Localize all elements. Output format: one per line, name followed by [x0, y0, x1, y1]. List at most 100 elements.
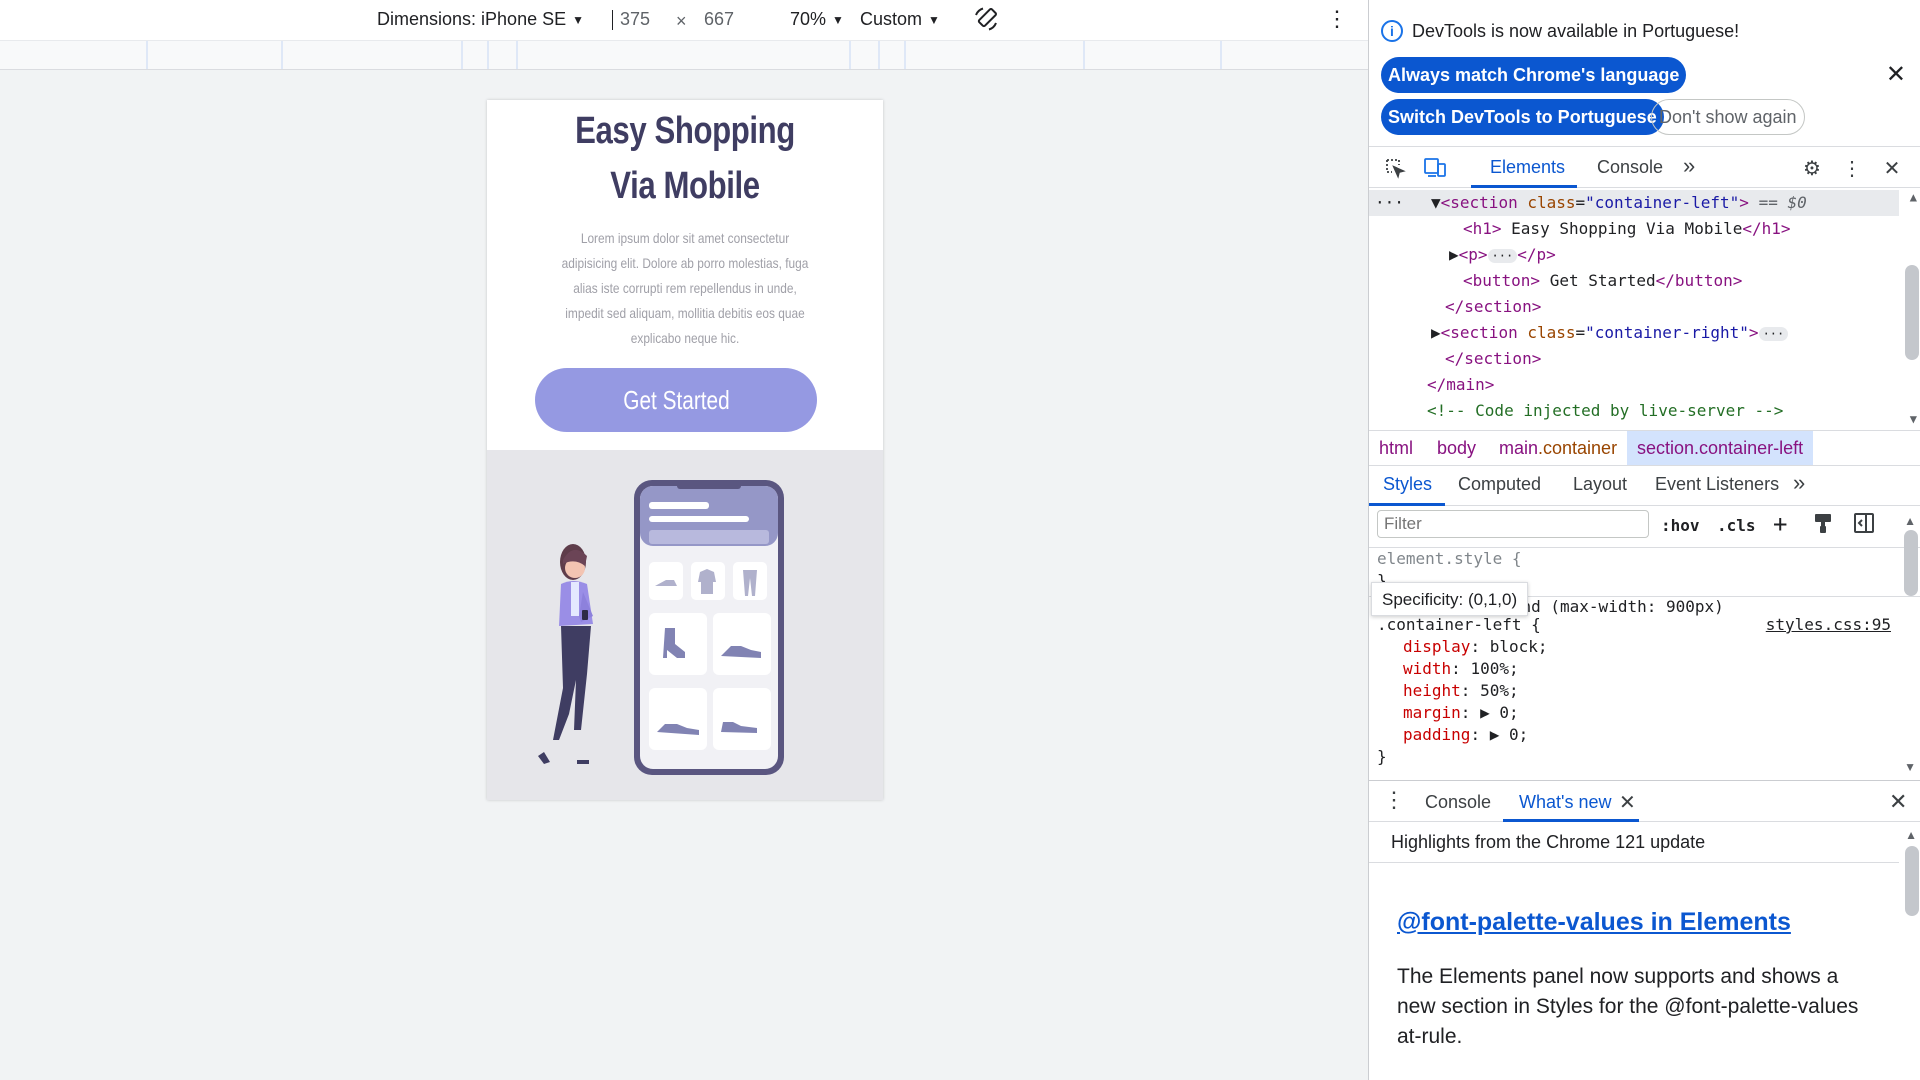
declaration-width[interactable]: width: 100%; — [1403, 658, 1519, 680]
breadcrumb-selected[interactable]: section.container-left — [1627, 431, 1814, 465]
tab-layout[interactable]: Layout — [1573, 474, 1627, 495]
breadcrumb: html body main.container section.contain… — [1369, 430, 1920, 466]
ruler-tick[interactable] — [487, 41, 489, 69]
rule-selector[interactable]: .container-left { — [1377, 614, 1541, 636]
breadcrumb-main-class: .container — [1538, 438, 1618, 458]
element-style-selector[interactable]: element.style { — [1377, 548, 1522, 570]
more-options-icon[interactable]: ⋮ — [1326, 6, 1348, 32]
styles-filter-input[interactable] — [1377, 510, 1649, 538]
info-icon: i — [1381, 20, 1403, 42]
dom-node-button[interactable]: <button> Get Started</button> — [1463, 268, 1742, 294]
declaration-margin[interactable]: margin: ▶ 0; — [1403, 702, 1519, 724]
dom-tree: ··· ▼<section class="container-left"> ==… — [1369, 190, 1920, 430]
zoom-select[interactable]: 70% ▼ — [790, 9, 844, 30]
source-link[interactable]: styles.css:95 — [1766, 614, 1891, 636]
tab-computed[interactable]: Computed — [1458, 474, 1541, 495]
tab-console[interactable]: Console — [1597, 157, 1663, 178]
device-toolbar-icon[interactable] — [1422, 155, 1448, 181]
scroll-up-icon[interactable]: ▲ — [1910, 190, 1917, 204]
dom-node-comment[interactable]: <!-- Code injected by live-server --> — [1427, 398, 1783, 424]
dom-node-section-right[interactable]: ▶<section class="container-right"> ··· — [1431, 320, 1789, 346]
throttle-select[interactable]: Custom ▼ — [860, 9, 940, 30]
device-dimensions-select[interactable]: Dimensions: iPhone SE ▼ — [377, 9, 584, 30]
declaration-padding[interactable]: padding: ▶ 0; — [1403, 724, 1528, 746]
dom-text: Easy Shopping Via Mobile — [1501, 219, 1743, 238]
breadcrumb-main-tag: main — [1499, 438, 1539, 458]
ruler-tick[interactable] — [904, 41, 906, 69]
declaration-display[interactable]: display: block; — [1403, 636, 1548, 658]
tab-elements[interactable]: Elements — [1490, 157, 1565, 178]
ruler-tick[interactable] — [146, 41, 148, 69]
expand-arrow-icon[interactable]: ▼ — [1431, 193, 1441, 212]
ruler-tick[interactable] — [878, 41, 880, 69]
scroll-down-icon[interactable]: ▼ — [1910, 412, 1917, 426]
scroll-up-icon[interactable]: ▲ — [1905, 828, 1917, 842]
ruler-tick[interactable] — [1083, 41, 1085, 69]
feature-link[interactable]: @font-palette-values in Elements — [1397, 908, 1791, 937]
tab-event-listeners[interactable]: Event Listeners — [1655, 474, 1779, 495]
collapsed-content-icon[interactable]: ··· — [1758, 326, 1789, 341]
specificity-tooltip: Specificity: (0,1,0) — [1371, 582, 1529, 616]
switch-language-button[interactable]: Switch DevTools to Portuguese — [1381, 99, 1664, 135]
styles-scrollbar[interactable] — [1904, 530, 1918, 596]
ruler-tick[interactable] — [281, 41, 283, 69]
collapsed-content-icon[interactable]: ··· — [1487, 248, 1518, 263]
page-title: Easy Shopping Via Mobile — [575, 110, 795, 207]
dom-node-section-close[interactable]: </section> — [1445, 294, 1541, 320]
class-toggle[interactable]: .cls — [1717, 516, 1756, 535]
get-started-label: Get Started — [622, 384, 730, 415]
dom-node-h1[interactable]: <h1> Easy Shopping Via Mobile</h1> — [1463, 216, 1791, 242]
more-tabs-icon[interactable]: » — [1793, 470, 1805, 496]
tab-drawer-console[interactable]: Console — [1425, 792, 1491, 813]
close-devtools-icon[interactable]: ✕ — [1879, 155, 1905, 181]
dom-node-main-close[interactable]: </main> — [1427, 372, 1494, 398]
gear-icon[interactable]: ⚙ — [1799, 155, 1825, 181]
property-name: margin — [1403, 703, 1461, 722]
get-started-button[interactable]: Get Started — [535, 368, 817, 432]
tab-whats-new[interactable]: What's new — [1519, 792, 1611, 813]
ruler-tick[interactable] — [461, 41, 463, 69]
always-match-language-button[interactable]: Always match Chrome's language — [1381, 57, 1687, 93]
expand-arrow-icon[interactable]: ▶ — [1449, 245, 1459, 264]
dom-attr-value: "container-right" — [1585, 323, 1749, 342]
dom-node-section-left[interactable]: ▼<section class="container-left"> == $0 — [1431, 190, 1807, 216]
sidebar-toggle-icon[interactable] — [1853, 512, 1875, 538]
dom-scrollbar[interactable] — [1905, 265, 1919, 360]
dom-attr-value: "container-left" — [1585, 193, 1740, 212]
drawer-scrollbar[interactable] — [1905, 846, 1919, 916]
chevron-down-icon: ▼ — [832, 12, 844, 27]
expand-arrow-icon[interactable]: ▶ — [1431, 323, 1441, 342]
add-rule-icon[interactable]: + — [1773, 510, 1787, 538]
breadcrumb-html[interactable]: html — [1379, 438, 1413, 459]
dom-node-p[interactable]: ▶<p> ··· </p> — [1449, 242, 1556, 268]
breadcrumb-body[interactable]: body — [1437, 438, 1476, 459]
feature-description: The Elements panel now supports and show… — [1397, 965, 1859, 1048]
dom-tag: </p> — [1517, 245, 1556, 264]
inspect-element-icon[interactable] — [1382, 155, 1408, 181]
dom-ellipsis-icon[interactable]: ··· — [1375, 190, 1404, 216]
dom-tag: <h1> — [1463, 219, 1502, 238]
scroll-down-icon[interactable]: ▼ — [1904, 760, 1916, 774]
ruler-tick[interactable] — [1220, 41, 1222, 69]
more-options-icon[interactable]: ⋮ — [1839, 155, 1865, 181]
close-icon[interactable]: ✕ — [1886, 60, 1906, 89]
height-input[interactable]: 667 — [704, 9, 734, 30]
declaration-height[interactable]: height: 50%; — [1403, 680, 1519, 702]
close-drawer-icon[interactable]: ✕ — [1889, 789, 1907, 815]
breadcrumb-main[interactable]: main.container — [1499, 438, 1617, 459]
dont-show-again-button[interactable]: Don't show again — [1651, 99, 1805, 135]
drawer-menu-icon[interactable]: ⋮ — [1383, 787, 1405, 813]
ruler-tick[interactable] — [849, 41, 851, 69]
dom-tag: <p> — [1458, 245, 1488, 264]
hover-state-toggle[interactable]: :hov — [1661, 516, 1700, 535]
scroll-up-icon[interactable]: ▲ — [1904, 514, 1916, 528]
tab-styles[interactable]: Styles — [1383, 474, 1432, 495]
dom-node-section-end[interactable]: </section> — [1445, 346, 1541, 372]
rule-close: } — [1377, 747, 1387, 766]
ruler-tick[interactable] — [516, 41, 518, 69]
paint-icon[interactable] — [1813, 512, 1833, 538]
width-input[interactable]: 375 — [612, 9, 650, 30]
close-tab-icon[interactable]: ✕ — [1619, 790, 1636, 815]
more-tabs-icon[interactable]: » — [1683, 153, 1695, 179]
rotate-icon[interactable] — [972, 5, 1000, 33]
